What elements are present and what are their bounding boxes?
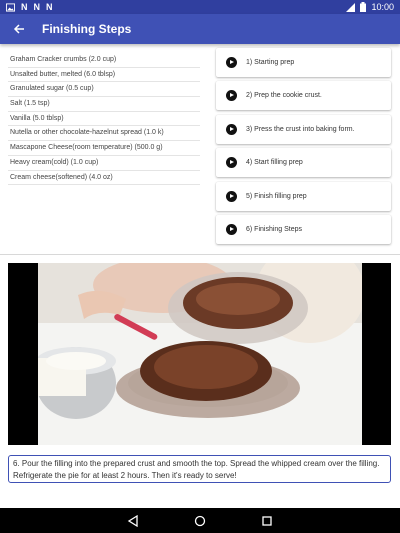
step-label: 6) Finishing Steps (246, 225, 303, 233)
ingredients-list: Graham Cracker crumbs (2.0 cup) Unsalted… (8, 53, 200, 186)
ingredient-item: Mascapone Cheese(room temperature) (500.… (8, 141, 200, 156)
page-title: Finishing Steps (42, 22, 132, 36)
n-notification-icon: N (33, 2, 41, 12)
nav-home-icon[interactable] (194, 515, 206, 527)
system-icons: 10:00 (346, 1, 394, 13)
step-label: 5) Finish filling prep (246, 192, 307, 200)
ingredient-item: Graham Cracker crumbs (2.0 cup) (8, 53, 200, 68)
n-notification-icon: N (21, 2, 28, 12)
step-label: 2) Prep the cookie crust. (246, 92, 322, 100)
ingredient-item: Salt (1.5 tsp) (8, 97, 200, 112)
clock: 10:00 (371, 2, 394, 12)
play-icon (226, 223, 237, 235)
section-divider (0, 254, 400, 255)
step-card-4[interactable]: 4) Start filling prep (216, 148, 391, 178)
signal-icon (346, 2, 356, 12)
play-icon (226, 90, 237, 102)
step-card-1[interactable]: 1) Starting prep (216, 48, 391, 77)
ingredient-item: Granulated sugar (0.5 cup) (8, 82, 200, 98)
step-card-3[interactable]: 3) Press the crust into baking form. (216, 114, 391, 144)
n-notification-icon: N (46, 2, 53, 12)
play-icon (226, 190, 237, 202)
ingredient-item: Heavy cream(cold) (1.0 cup) (8, 156, 200, 171)
image-icon (6, 2, 15, 12)
nav-back-icon[interactable] (127, 515, 139, 527)
step-card-5[interactable]: 5) Finish filling prep (216, 181, 391, 211)
step-label: 4) Start filling prep (246, 159, 303, 167)
step-label: 3) Press the crust into baking form. (246, 125, 355, 133)
play-icon (226, 123, 237, 135)
ingredient-item: Unsalted butter, melted (6.0 tblsp) (8, 68, 200, 83)
navigation-bar (0, 508, 400, 533)
arrow-back-icon (13, 24, 24, 34)
ingredient-item: Cream cheese(softened) (4.0 oz) (8, 171, 200, 186)
notification-icons: N N N (6, 1, 53, 13)
back-button[interactable] (8, 18, 30, 40)
video-player[interactable] (8, 263, 391, 445)
status-bar: N N N 10:00 (0, 0, 400, 14)
step-card-6[interactable]: 6) Finishing Steps (216, 214, 391, 244)
ingredient-item: Vanilla (5.0 tblsp) (8, 112, 200, 127)
step-description: 6. Pour the filling into the prepared cr… (8, 455, 391, 483)
nav-recents-icon[interactable] (261, 515, 273, 527)
play-icon (226, 157, 237, 169)
play-icon (226, 57, 237, 68)
step-card-2[interactable]: 2) Prep the cookie crust. (216, 81, 391, 111)
video-frame-image (38, 263, 362, 445)
step-label: 1) Starting prep (246, 59, 295, 66)
steps-list: 1) Starting prep 2) Prep the cookie crus… (216, 48, 391, 248)
app-bar: Finishing Steps (0, 14, 400, 44)
battery-icon (360, 2, 367, 12)
ingredient-item: Nutella or other chocolate-hazelnut spre… (8, 126, 200, 142)
